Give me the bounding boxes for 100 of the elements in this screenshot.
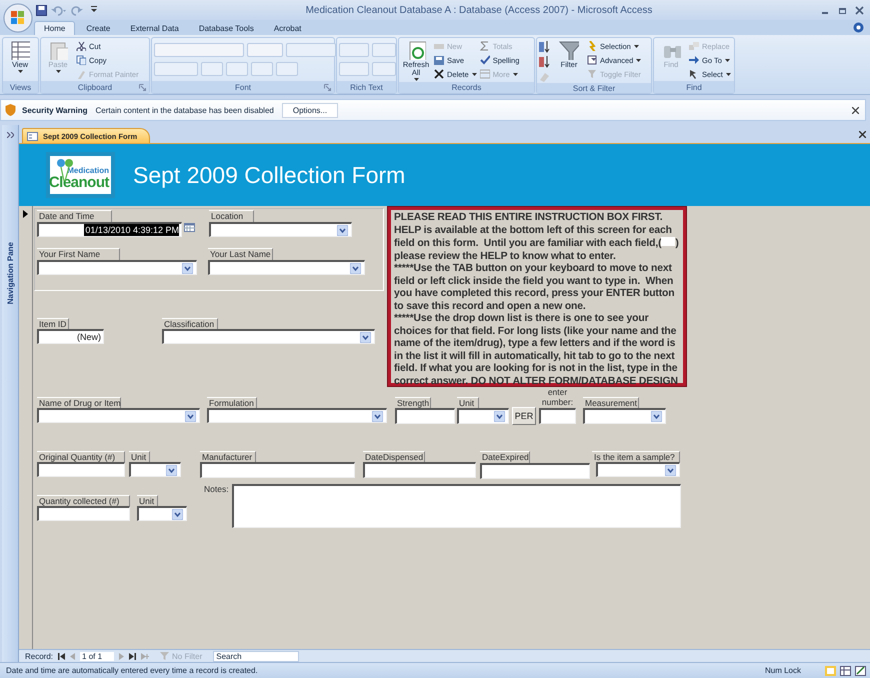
instruction-text: HELP is available at the bottom left of this screen for each field on this form. Until you are familiar with each field,( ) please review the HELP to know what to enter. [394,224,680,263]
group-label: Clipboard [78,82,112,92]
cursor-icon [689,69,699,79]
shield-icon [5,104,16,116]
sigma-icon [480,41,490,51]
sort-descending-icon[interactable] [539,56,551,68]
field-label: enter number: [540,387,574,407]
field-label: Notes: [203,484,230,495]
check-icon [480,55,490,65]
bar-icon [434,41,444,51]
dropdown-arrow-icon[interactable] [350,263,361,274]
dropdown-arrow-icon[interactable] [651,411,662,422]
dropdown-field[interactable] [37,408,200,423]
text-field[interactable] [395,408,455,424]
search-field[interactable]: Search [213,650,300,662]
group-label: Find [686,82,702,92]
dropdown-arrow-icon[interactable] [494,411,505,422]
cross-icon [434,69,444,79]
dropdown-arrow-icon[interactable] [185,411,196,422]
group-label: Rich Text [350,82,383,92]
dropdown-field[interactable] [583,408,666,424]
status-message: Date and time are automatically entered every time a record is created. [6,666,258,675]
ribbon-tab[interactable]: External Data [121,22,188,35]
save-icon[interactable] [36,4,47,16]
brush-icon [76,69,86,79]
dropdown-field[interactable] [208,260,365,275]
dropdown-arrow-icon[interactable] [360,332,371,343]
ribbon-tab[interactable]: Database Tools [190,22,263,35]
instruction-text: PLEASE READ THIS ENTIRE INSTRUCTION BOX FIRST. [394,212,664,224]
dropdown-field[interactable] [37,260,197,275]
dropdown-field[interactable] [137,506,187,521]
text-field[interactable] [37,506,130,521]
text-field[interactable] [200,462,355,478]
text-field[interactable] [480,463,590,479]
form-icon [27,132,38,140]
dropdown-field[interactable] [596,462,680,477]
navigation-pane[interactable]: Navigation Pane [2,125,19,662]
scissors-icon [76,41,86,51]
dropdown-field[interactable] [457,408,509,424]
copy-icon [76,55,86,65]
table-icon [480,69,490,79]
per-button[interactable]: PER [512,407,536,425]
warning-message: Certain content in the database has been disabled [96,106,274,114]
dropdown-arrow-icon[interactable] [665,465,676,476]
window-title: Medication Cleanout Database A : Database (Access 2007) - Microsoft Access [304,4,654,16]
calendar-icon[interactable] [184,223,195,232]
record-label: Record: [25,652,54,660]
help-icon[interactable] [853,22,864,33]
group-label: Views [10,82,32,92]
clipboard-icon [48,40,68,60]
funnel-icon [160,652,170,660]
text-field[interactable] [539,408,576,424]
warning-title: Security Warning [22,106,88,114]
lightning-icon [587,41,597,51]
dropdown-field[interactable] [162,329,375,344]
first-record-icon[interactable] [58,652,66,660]
notes-field[interactable] [232,484,681,528]
status-indicator: Num Lock [764,666,801,675]
group-label: Font [234,82,251,92]
instruction-text: *****Use the TAB button on your keyboard to move to next field or left click inside the field you want to type in. When you have completed this record, press your ENTER button to save this record and open a new one. [394,263,676,313]
group-label: Sort & Filter [572,84,616,92]
last-record-icon[interactable] [129,652,136,660]
arrow-icon [689,55,699,65]
dropdown-arrow-icon[interactable] [372,411,383,422]
record-position-field[interactable]: 1 of 1 [80,652,114,660]
datasheet-view-icon[interactable] [840,666,851,676]
pane-label: Navigation Pane [6,242,14,304]
ribbon-tab[interactable]: Home [34,21,76,35]
text-field[interactable] [363,462,476,478]
date-field[interactable]: 01/13/2010 4:39:12 PM [37,222,182,237]
ribbon-tab[interactable]: Create [77,22,120,35]
close-icon[interactable] [855,6,864,14]
pages-icon [689,41,699,51]
filter-icon [587,55,597,65]
funnel-icon [559,40,579,60]
dropdown-arrow-icon[interactable] [172,509,183,520]
field-value: (New) [77,331,101,343]
close-icon[interactable] [852,106,859,114]
expand-icon[interactable] [6,132,14,138]
dropdown-arrow-icon[interactable] [182,263,193,274]
dropdown-arrow-icon[interactable] [337,225,348,236]
close-icon[interactable] [859,130,866,138]
dropdown-arrow-icon[interactable] [166,465,177,476]
funnel-icon [587,69,597,79]
current-record-icon [23,210,28,218]
group-label: Records [452,83,482,92]
grid-icon [10,40,30,60]
text-field[interactable] [37,462,125,477]
dropdown-field[interactable] [209,222,352,237]
save-icon [434,55,444,65]
dropdown-field[interactable] [129,462,181,477]
options-button[interactable]: Options... [282,102,338,118]
sort-ascending-icon[interactable] [539,41,551,53]
dropdown-field[interactable] [207,408,387,423]
ribbon-tab[interactable]: Acrobat [264,22,310,35]
customize-icon[interactable] [91,6,97,14]
form-title: Sept 2009 Collection Form [133,162,406,188]
design-view-icon[interactable] [855,666,866,676]
text-field[interactable]: (New) [37,329,104,344]
field-value: 01/13/2010 4:39:12 PM [84,224,179,236]
